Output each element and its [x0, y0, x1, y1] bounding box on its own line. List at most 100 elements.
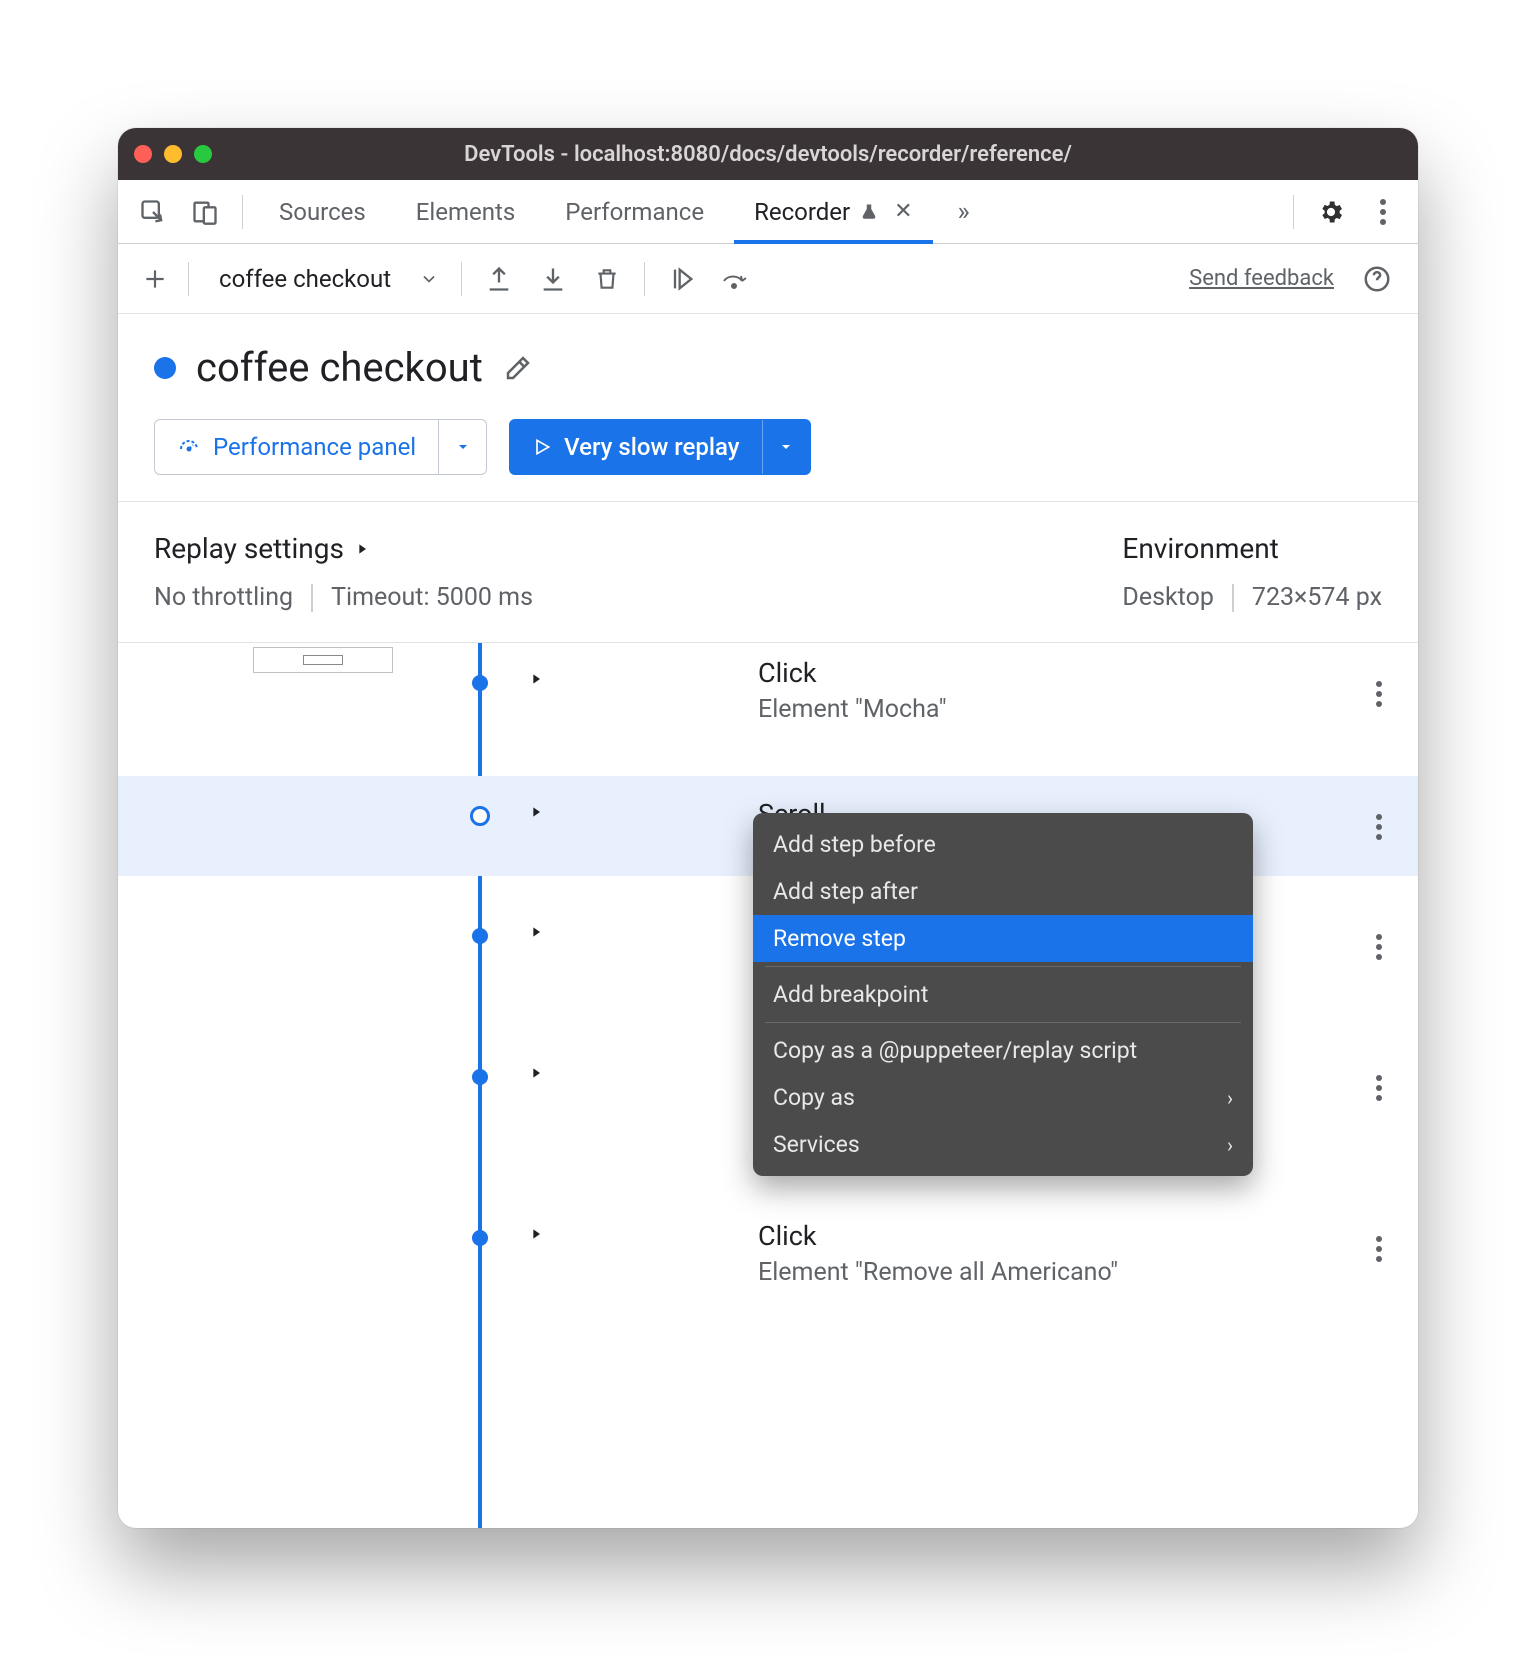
ctx-add-breakpoint[interactable]: Add breakpoint: [753, 971, 1253, 1018]
expand-caret-icon[interactable]: [528, 671, 544, 687]
dropdown-toggle[interactable]: [762, 420, 810, 474]
recording-name: coffee checkout: [219, 265, 391, 293]
tab-performance[interactable]: Performance: [545, 180, 724, 243]
help-icon[interactable]: [1354, 256, 1400, 302]
step-title: Click: [758, 657, 1378, 689]
expand-caret-icon[interactable]: [528, 924, 544, 940]
divider: [461, 262, 462, 296]
ctx-remove-step[interactable]: Remove step: [753, 915, 1253, 962]
status-dot-icon: [154, 357, 176, 379]
performance-panel-button[interactable]: Performance panel: [154, 419, 487, 475]
timeout-value: Timeout: 5000 ms: [331, 583, 533, 612]
menu-label: Add step before: [773, 831, 936, 858]
step-menu-icon[interactable]: [1368, 1067, 1390, 1109]
divider: [311, 584, 313, 612]
caret-right-icon: [354, 541, 370, 557]
tab-label: Elements: [416, 198, 515, 226]
step-subtitle: Element "Mocha": [758, 695, 1378, 724]
button-label: Very slow replay: [564, 433, 739, 461]
dropdown-toggle[interactable]: [438, 420, 486, 474]
menu-label: Add step after: [773, 878, 918, 905]
delete-icon[interactable]: [584, 256, 630, 302]
send-feedback-link[interactable]: Send feedback: [1189, 266, 1334, 291]
flask-icon: [860, 203, 878, 221]
step-row[interactable]: Click Element "Remove all Americano": [118, 1198, 1418, 1309]
import-icon[interactable]: [530, 256, 576, 302]
recording-header: coffee checkout Performance panel Very s…: [118, 314, 1418, 502]
tab-strip: Sources Elements Performance Recorder ✕ …: [118, 180, 1418, 244]
device-toolbar-icon[interactable]: [184, 191, 226, 233]
tab-elements[interactable]: Elements: [396, 180, 535, 243]
chevron-right-icon: ›: [1227, 1133, 1233, 1157]
devtools-window: DevTools - localhost:8080/docs/devtools/…: [118, 128, 1418, 1528]
step-node-icon: [472, 675, 488, 691]
divider: [188, 262, 189, 296]
settings-gear-icon[interactable]: [1310, 191, 1352, 233]
tab-label: Performance: [565, 198, 704, 226]
viewport-value: 723×574 px: [1252, 583, 1382, 612]
close-window-button[interactable]: [134, 145, 152, 163]
replay-button[interactable]: Very slow replay: [509, 419, 810, 475]
play-icon: [532, 437, 552, 457]
window-title: DevTools - localhost:8080/docs/devtools/…: [118, 142, 1418, 167]
tab-recorder[interactable]: Recorder ✕: [734, 180, 933, 243]
step-over-icon[interactable]: [713, 256, 759, 302]
step-menu-icon[interactable]: [1368, 926, 1390, 968]
edit-title-icon[interactable]: [503, 353, 533, 383]
environment-settings: Environment Desktop 723×574 px: [1122, 532, 1382, 612]
step-replay-icon[interactable]: [659, 256, 705, 302]
recording-selector[interactable]: coffee checkout: [203, 265, 447, 293]
step-node-icon: [472, 1069, 488, 1085]
tab-label: Recorder: [754, 198, 850, 226]
ctx-services[interactable]: Services›: [753, 1121, 1253, 1168]
action-buttons: Performance panel Very slow replay: [154, 419, 1382, 475]
step-node-icon: [470, 806, 490, 826]
chevron-right-icon: ›: [1227, 1086, 1233, 1110]
tab-label: Sources: [279, 198, 366, 226]
step-row[interactable]: Click Element "Mocha": [118, 643, 1418, 746]
section-title: Replay settings: [154, 532, 344, 565]
step-menu-icon[interactable]: [1368, 1228, 1390, 1270]
kebab-menu-icon[interactable]: [1362, 191, 1404, 233]
ctx-add-step-before[interactable]: Add step before: [753, 821, 1253, 868]
step-title: Click: [758, 1220, 1378, 1252]
window-controls: [134, 145, 212, 163]
gauge-icon: [177, 435, 201, 459]
titlebar: DevTools - localhost:8080/docs/devtools/…: [118, 128, 1418, 180]
step-subtitle: Element "Remove all Americano": [758, 1258, 1378, 1287]
new-recording-button[interactable]: [136, 260, 174, 298]
replay-settings-toggle[interactable]: Replay settings: [154, 532, 1062, 565]
device-value: Desktop: [1122, 583, 1213, 612]
divider: [644, 262, 645, 296]
divider: [1293, 195, 1294, 229]
minimize-window-button[interactable]: [164, 145, 182, 163]
step-menu-icon[interactable]: [1368, 673, 1390, 715]
inspect-icon[interactable]: [132, 191, 174, 233]
step-node-icon: [472, 1230, 488, 1246]
ctx-copy-puppeteer[interactable]: Copy as a @puppeteer/replay script: [753, 1027, 1253, 1074]
menu-label: Add breakpoint: [773, 981, 928, 1008]
step-node-icon: [472, 928, 488, 944]
maximize-window-button[interactable]: [194, 145, 212, 163]
recorder-toolbar: coffee checkout Send feedback: [118, 244, 1418, 314]
ctx-copy-as[interactable]: Copy as›: [753, 1074, 1253, 1121]
menu-divider: [765, 966, 1241, 967]
settings-row: Replay settings No throttling Timeout: 5…: [118, 502, 1418, 643]
context-menu: Add step before Add step after Remove st…: [753, 813, 1253, 1176]
export-icon[interactable]: [476, 256, 522, 302]
expand-caret-icon[interactable]: [528, 1226, 544, 1242]
divider: [1232, 584, 1234, 612]
recording-title-row: coffee checkout: [154, 344, 1382, 391]
close-tab-icon[interactable]: ✕: [888, 199, 912, 224]
tab-sources[interactable]: Sources: [259, 180, 386, 243]
recording-title: coffee checkout: [196, 344, 483, 391]
more-tabs-icon[interactable]: »: [943, 191, 985, 233]
chevron-down-icon: [419, 269, 439, 289]
ctx-add-step-after[interactable]: Add step after: [753, 868, 1253, 915]
step-menu-icon[interactable]: [1368, 806, 1390, 848]
section-title: Environment: [1122, 532, 1278, 565]
expand-caret-icon[interactable]: [528, 804, 544, 820]
menu-label: Remove step: [773, 925, 906, 952]
expand-caret-icon[interactable]: [528, 1065, 544, 1081]
button-label: Performance panel: [213, 433, 416, 461]
